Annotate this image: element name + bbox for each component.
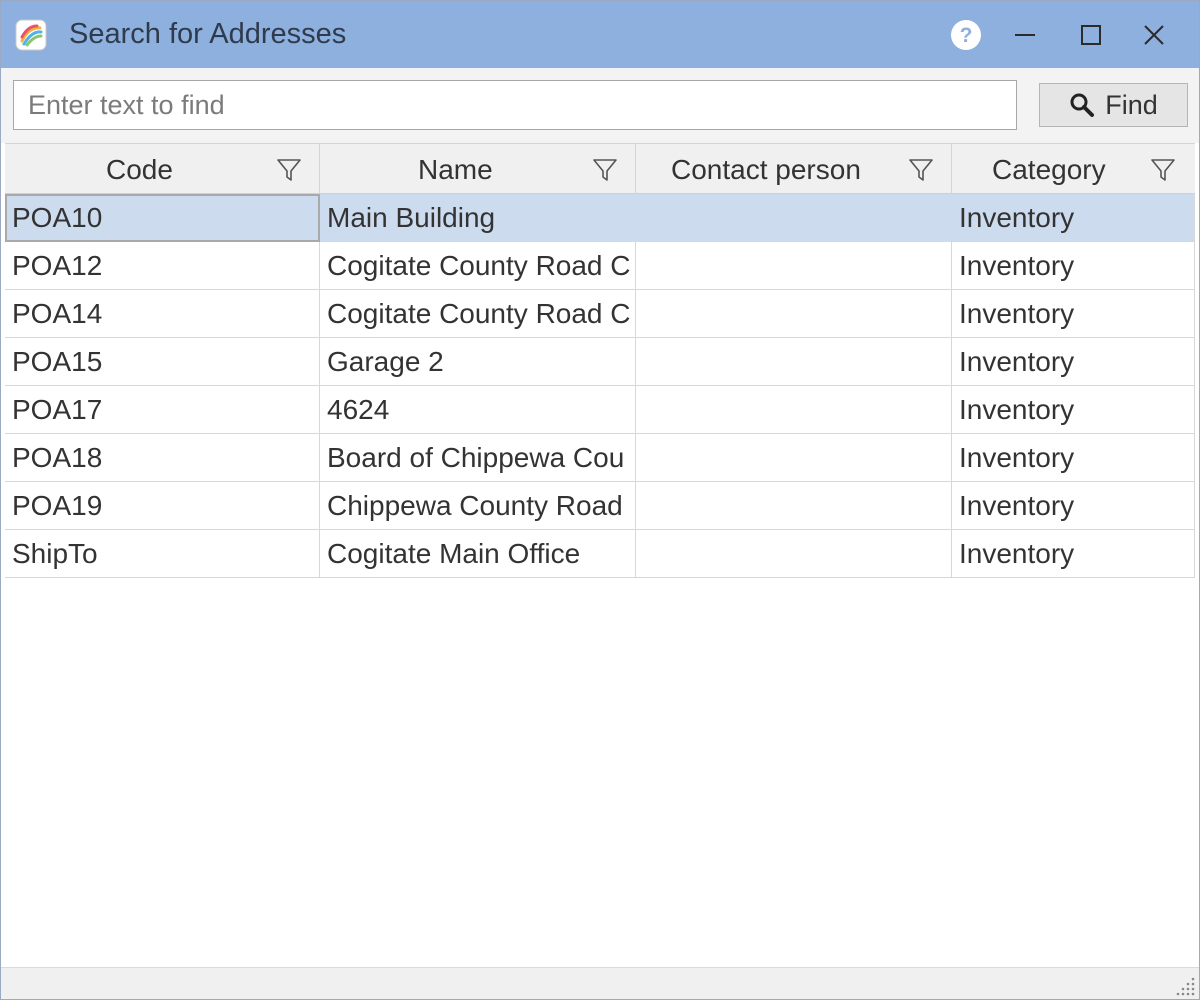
search-addresses-window: Search for Addresses ? Enter text to fin…	[0, 0, 1200, 1000]
cell-contact-person[interactable]	[636, 530, 952, 578]
filter-icon[interactable]	[592, 157, 618, 183]
column-header-label: Category	[992, 154, 1106, 185]
column-header-contact-person[interactable]: Contact person	[636, 144, 952, 194]
cell-name[interactable]: Garage 2	[320, 338, 636, 386]
column-header-name[interactable]: Name	[320, 144, 636, 194]
cell-contact-person[interactable]	[636, 242, 952, 290]
table-row[interactable]: POA19 Chippewa County Road Inventory	[5, 482, 1195, 530]
cell-code[interactable]: POA18	[5, 434, 320, 482]
column-header-label: Contact person	[671, 154, 861, 185]
table-row[interactable]: POA10 Main Building Inventory	[5, 194, 1195, 242]
table-row[interactable]: POA12 Cogitate County Road C Inventory	[5, 242, 1195, 290]
maximize-icon	[1081, 25, 1101, 45]
cell-category[interactable]: Inventory	[952, 482, 1195, 530]
search-bar: Find	[1, 68, 1199, 143]
cell-contact-person[interactable]	[636, 194, 952, 242]
cell-code[interactable]: POA12	[5, 242, 320, 290]
find-button[interactable]: Find	[1039, 83, 1188, 127]
title-bar[interactable]: Search for Addresses ?	[1, 1, 1199, 68]
table-row[interactable]: POA14 Cogitate County Road C Inventory	[5, 290, 1195, 338]
cell-category[interactable]: Inventory	[952, 338, 1195, 386]
resize-grip-icon[interactable]	[1174, 974, 1196, 996]
filter-icon[interactable]	[908, 157, 934, 183]
close-icon	[1144, 25, 1164, 45]
minimize-icon	[1015, 34, 1035, 36]
column-header-category[interactable]: Category	[952, 144, 1195, 194]
search-input[interactable]	[13, 80, 1017, 130]
search-icon	[1070, 93, 1095, 117]
cell-name[interactable]: Board of Chippewa Cou	[320, 434, 636, 482]
cell-contact-person[interactable]	[636, 386, 952, 434]
cell-name[interactable]: Cogitate Main Office	[320, 530, 636, 578]
table-row[interactable]: POA17 4624 Inventory	[5, 386, 1195, 434]
cell-contact-person[interactable]	[636, 290, 952, 338]
cell-contact-person[interactable]	[636, 338, 952, 386]
grid-header: Code Name Contact person Category	[5, 143, 1195, 194]
table-row[interactable]: POA15 Garage 2 Inventory	[5, 338, 1195, 386]
cell-contact-person[interactable]	[636, 434, 952, 482]
minimize-button[interactable]	[1002, 12, 1048, 58]
cell-code[interactable]: POA17	[5, 386, 320, 434]
cell-category[interactable]: Inventory	[952, 194, 1195, 242]
window-title: Search for Addresses	[69, 18, 347, 50]
cell-category[interactable]: Inventory	[952, 530, 1195, 578]
filter-icon[interactable]	[276, 157, 302, 183]
cell-name[interactable]: Chippewa County Road	[320, 482, 636, 530]
cell-code[interactable]: POA10	[5, 194, 320, 242]
maximize-button[interactable]	[1068, 12, 1114, 58]
cell-code[interactable]: POA15	[5, 338, 320, 386]
cell-code[interactable]: POA14	[5, 290, 320, 338]
filter-icon[interactable]	[1150, 157, 1176, 183]
column-header-code[interactable]: Code	[5, 144, 320, 194]
cell-code[interactable]: POA19	[5, 482, 320, 530]
cell-name[interactable]: Cogitate County Road C	[320, 290, 636, 338]
cell-contact-person[interactable]	[636, 482, 952, 530]
cell-category[interactable]: Inventory	[952, 290, 1195, 338]
addresses-grid: Code Name Contact person Category POA10 …	[5, 143, 1195, 967]
help-icon: ?	[951, 20, 981, 50]
close-button[interactable]	[1131, 12, 1177, 58]
table-row[interactable]: ShipTo Cogitate Main Office Inventory	[5, 530, 1195, 578]
status-bar	[1, 967, 1199, 999]
cell-code[interactable]: ShipTo	[5, 530, 320, 578]
svg-text:?: ?	[960, 24, 973, 47]
column-header-label: Name	[418, 154, 493, 185]
cell-category[interactable]: Inventory	[952, 434, 1195, 482]
table-row[interactable]: POA18 Board of Chippewa Cou Inventory	[5, 434, 1195, 482]
find-button-label: Find	[1105, 89, 1158, 120]
column-header-label: Code	[106, 154, 173, 185]
app-icon	[15, 19, 47, 51]
cell-category[interactable]: Inventory	[952, 386, 1195, 434]
help-button[interactable]: ?	[943, 12, 989, 58]
cell-name[interactable]: 4624	[320, 386, 636, 434]
cell-name[interactable]: Cogitate County Road C	[320, 242, 636, 290]
cell-category[interactable]: Inventory	[952, 242, 1195, 290]
cell-name[interactable]: Main Building	[320, 194, 636, 242]
